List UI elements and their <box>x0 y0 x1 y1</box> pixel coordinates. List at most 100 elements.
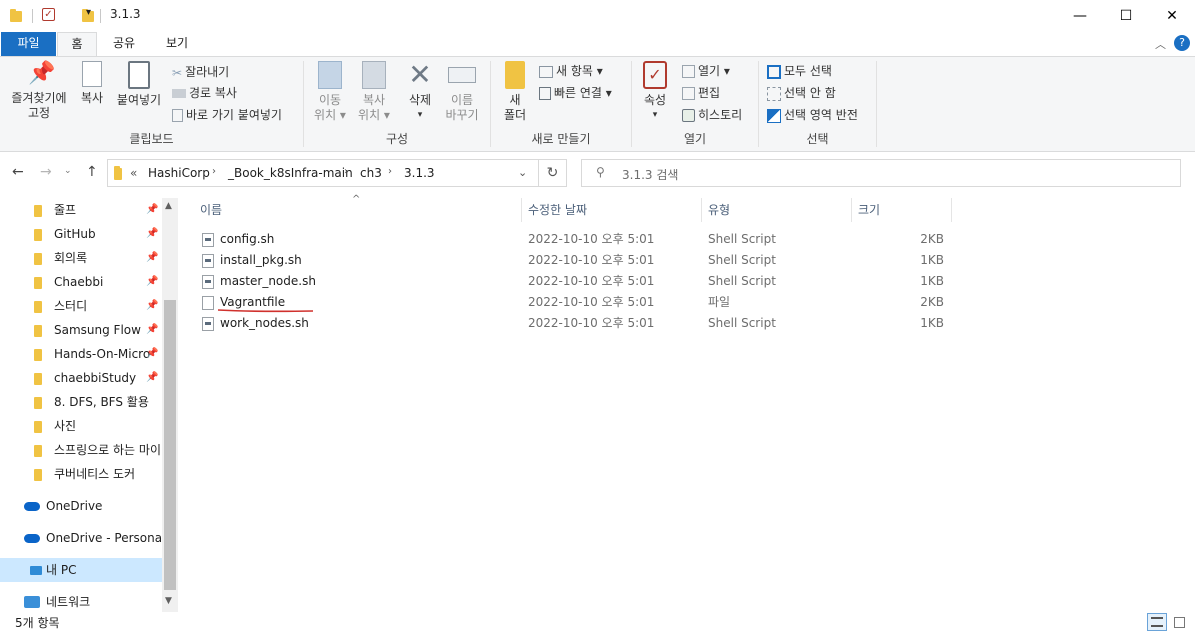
search-box[interactable]: ⚲ 3.1.3 검색 <box>581 159 1181 187</box>
quick-access-item[interactable]: GitHub 📌 <box>0 222 162 246</box>
quick-access-item[interactable]: Chaebbi 📌 <box>0 270 162 294</box>
overflow-crumb[interactable]: « <box>130 166 137 180</box>
cloud-icon <box>24 534 40 543</box>
file-row[interactable]: work_nodes.sh 2022-10-10 오후 5:01 Shell S… <box>196 313 956 334</box>
paste-shortcut-label: 바로 가기 붙여넣기 <box>186 108 282 122</box>
column-header-name[interactable]: 이름 <box>194 198 522 222</box>
pin-icon: 📌 <box>146 252 159 263</box>
crumb-hashicorp[interactable]: HashiCorp <box>148 166 210 180</box>
quick-access-item[interactable]: 스프링으로 하는 마이 <box>0 438 162 462</box>
copy-path-button[interactable]: 경로 복사 <box>172 84 237 102</box>
new-folder-button[interactable]: 새 폴더 <box>497 61 533 123</box>
up-icon[interactable]: ↑ <box>86 164 98 180</box>
chevron-right-icon[interactable]: › <box>212 166 216 177</box>
folder-icon <box>34 253 42 265</box>
forward-icon[interactable]: → <box>40 164 52 180</box>
rename-button[interactable]: 이름 바꾸기 <box>440 61 484 123</box>
select-all-button[interactable]: 모두 선택 <box>767 62 832 80</box>
easy-access-label: 빠른 연결 ▾ <box>554 86 612 100</box>
column-header-date[interactable]: 수정한 날짜 <box>522 198 702 222</box>
quick-access-item[interactable]: 쿠버네티스 도커 <box>0 462 162 486</box>
window-title: 3.1.3 <box>110 7 141 21</box>
crumb-book[interactable]: _Book_k8sInfra-main <box>228 166 353 180</box>
paste-icon <box>128 61 150 89</box>
help-icon[interactable]: ? <box>1174 35 1190 51</box>
maximize-button[interactable]: ☐ <box>1103 0 1149 32</box>
script-icon <box>202 317 214 331</box>
copy-button[interactable]: 복사 <box>74 61 110 106</box>
crumb-ch3[interactable]: ch3 <box>360 166 382 180</box>
collapse-ribbon-icon[interactable]: ︿ <box>1155 36 1166 52</box>
address-dropdown-icon[interactable]: ⌄ <box>518 166 527 179</box>
tab-share[interactable]: 공유 <box>104 32 144 56</box>
folder-icon <box>34 301 42 313</box>
chevron-right-icon[interactable]: › <box>344 166 348 177</box>
chevron-right-icon[interactable]: › <box>388 166 392 177</box>
crumb-current[interactable]: 3.1.3 <box>404 166 435 180</box>
easy-access-button[interactable]: 빠른 연결 ▾ <box>539 84 612 102</box>
paste-shortcut-button[interactable]: 바로 가기 붙여넣기 <box>172 106 282 124</box>
details-view-button[interactable] <box>1147 613 1167 631</box>
quick-access-item[interactable]: 줄프 📌 <box>0 198 162 222</box>
nav-label: 줄프 <box>54 203 77 217</box>
delete-button[interactable]: ✕ 삭제 ▾ <box>400 61 440 123</box>
quick-access-item[interactable]: 사진 <box>0 414 162 438</box>
quick-access-item[interactable]: 회의록 📌 <box>0 246 162 270</box>
column-header-type[interactable]: 유형 <box>702 198 852 222</box>
tab-file[interactable]: 파일 <box>1 32 56 56</box>
column-header-size[interactable]: 크기 <box>852 198 952 222</box>
tab-view[interactable]: 보기 <box>157 32 197 56</box>
open-group: ✓ 속성 ▾ 열기 ▾ 편집 히스토리 열기 <box>632 57 758 151</box>
large-icons-view-button[interactable] <box>1169 613 1189 631</box>
new-item-button[interactable]: 새 항목 ▾ <box>539 62 603 80</box>
folder-icon <box>34 325 42 337</box>
invert-selection-button[interactable]: 선택 영역 반전 <box>767 106 858 124</box>
item-count: 5개 항목 <box>15 616 60 630</box>
move-to-button[interactable]: 이동 위치 ▾ <box>308 61 352 123</box>
nav-label: Chaebbi <box>54 275 104 289</box>
recent-locations-icon[interactable]: ⌄ <box>64 166 72 176</box>
quick-access-item[interactable]: Samsung Flow 📌 <box>0 318 162 342</box>
tab-home[interactable]: 홈 <box>57 32 97 56</box>
back-icon[interactable]: ← <box>12 164 24 180</box>
quick-access-item[interactable]: chaebbiStudy 📌 <box>0 366 162 390</box>
history-button[interactable]: 히스토리 <box>682 106 742 124</box>
scroll-up-icon[interactable]: ▲ <box>165 201 172 211</box>
paste-button[interactable]: 붙여넣기 <box>114 61 164 108</box>
quick-access-item[interactable]: 스터디 📌 <box>0 294 162 318</box>
open-button[interactable]: 열기 ▾ <box>682 62 730 80</box>
nav-network[interactable]: 네트워크 <box>0 590 162 612</box>
file-date: 2022-10-10 오후 5:01 <box>528 253 655 267</box>
cut-button[interactable]: ✂ 잘라내기 <box>172 63 229 81</box>
cloud-icon <box>24 502 40 511</box>
file-row[interactable]: master_node.sh 2022-10-10 오후 5:01 Shell … <box>196 271 956 292</box>
select-none-button[interactable]: 선택 안 함 <box>767 84 836 102</box>
scrollbar-thumb[interactable] <box>164 300 176 590</box>
file-date: 2022-10-10 오후 5:01 <box>528 232 655 246</box>
minimize-button[interactable]: — <box>1057 0 1103 32</box>
nav-this-pc[interactable]: 내 PC <box>0 558 162 582</box>
quick-access-dropdown-icon[interactable]: ▾ <box>86 7 91 18</box>
address-bar[interactable]: « HashiCorp › _Book_k8sInfra-main › ch3 … <box>107 159 539 187</box>
refresh-button[interactable]: ↻ <box>539 159 567 187</box>
quick-access-item[interactable]: 8. DFS, BFS 활용 <box>0 390 162 414</box>
file-row[interactable]: install_pkg.sh 2022-10-10 오후 5:01 Shell … <box>196 250 956 271</box>
quick-access-item[interactable]: Hands-On-Micro 📌 <box>0 342 162 366</box>
file-row[interactable]: config.sh 2022-10-10 오후 5:01 Shell Scrip… <box>196 229 956 250</box>
edit-button[interactable]: 편집 <box>682 84 720 102</box>
new-folder-label-1: 새 <box>509 93 521 107</box>
properties-check-icon: ✓ <box>643 61 667 89</box>
nav-onedrive-personal[interactable]: OneDrive - Personal <box>0 526 162 550</box>
invert-selection-label: 선택 영역 반전 <box>784 108 858 122</box>
nav-scrollbar[interactable]: ▲ ▼ <box>162 198 178 612</box>
select-none-label: 선택 안 함 <box>784 86 836 100</box>
refresh-icon: ↻ <box>546 165 559 181</box>
copy-to-button[interactable]: 복사 위치 ▾ <box>352 61 396 123</box>
nav-onedrive[interactable]: OneDrive <box>0 494 162 518</box>
pin-to-quick-access-button[interactable]: 📌 즐겨찾기에 고정 <box>6 61 72 121</box>
folder-icon <box>10 9 22 22</box>
properties-button[interactable]: ✓ 속성 ▾ <box>638 61 672 123</box>
scroll-down-icon[interactable]: ▼ <box>165 596 172 606</box>
close-button[interactable]: ✕ <box>1149 0 1195 32</box>
properties-icon[interactable]: ✓ <box>42 8 55 21</box>
